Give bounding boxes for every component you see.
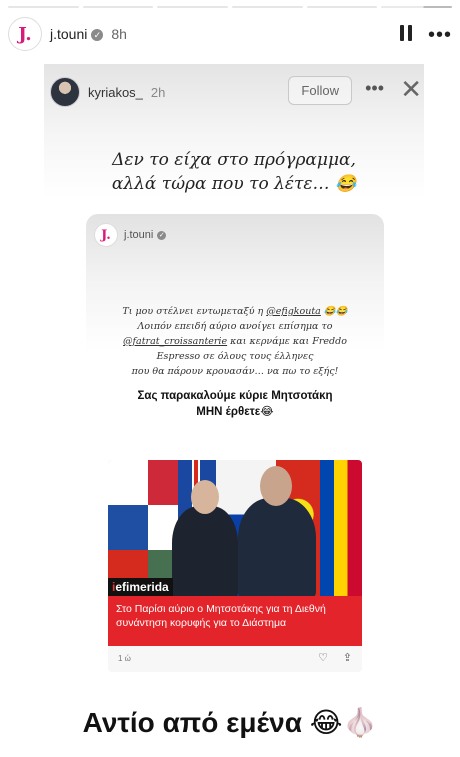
verified-icon: ✓: [91, 29, 104, 42]
progress-segment: [232, 6, 303, 8]
repost-text-line: Espresso σε όλους τους έλληνες: [156, 351, 314, 362]
username-text: j.touni: [50, 26, 88, 42]
repost-text-line: και κερνάμε και Freddo: [227, 336, 347, 347]
news-logo: iefimerida: [108, 578, 173, 596]
heart-icon[interactable]: ♡: [318, 651, 328, 664]
repost-plea: Σας παρακαλούμε κύριε Μητσοτάκη ΜΗΝ έρθε…: [96, 388, 374, 420]
story-caption: Δεν το είχα στο πρόγραμμα, αλλά τώρα που…: [44, 148, 424, 196]
story-progress: [8, 6, 453, 8]
avatar-letter: J.: [18, 23, 32, 45]
laugh-emoji-icon: 😂: [334, 174, 357, 194]
logo-text: efimerida: [115, 580, 169, 594]
laugh-emoji-icon: 😂: [335, 306, 348, 317]
plea-line: Σας παρακαλούμε κύριε Μητσοτάκη: [137, 390, 333, 402]
repost-username: j.touni ✓: [124, 229, 167, 241]
close-icon[interactable]: ✕: [400, 74, 422, 105]
progress-segment: [306, 6, 378, 8]
story-time: 8h: [111, 26, 127, 42]
news-footer: 1 ώ ♡ ⇪: [108, 646, 362, 672]
flag: [320, 460, 362, 596]
repost-text-line: που θα πάρουν κρουασάν… να πω το εξής!: [131, 366, 339, 377]
story-username[interactable]: j.touni ✓: [50, 26, 104, 42]
person: [172, 506, 238, 596]
caption-line: αλλά τώρα που το λέτε…: [111, 174, 330, 194]
progress-segment: [82, 6, 154, 8]
pause-icon[interactable]: [400, 25, 414, 41]
username-text: j.touni: [124, 229, 154, 241]
news-age: 1 ώ: [118, 654, 131, 663]
avatar: J.: [94, 223, 118, 247]
username-text: kyriakos_: [88, 84, 143, 100]
person-head: [191, 480, 219, 514]
laugh-emoji-icon: 😂: [309, 707, 343, 738]
reposted-story[interactable]: J. j.touni ✓ Τι μου στέλνει εντωμεταξύ η …: [86, 214, 384, 674]
repost-text-line: Τι μου στέλνει εντωμεταξύ η: [122, 306, 267, 317]
repost-header: J. j.touni ✓: [94, 222, 167, 248]
follow-button[interactable]: Follow: [288, 76, 352, 105]
bottom-caption-text: Αντίο από εμένα: [82, 707, 302, 738]
avatar[interactable]: [50, 77, 80, 107]
story-header: J. j.touni ✓ 8h •••: [0, 14, 460, 54]
repost-text: Τι μου στέλνει εντωμεταξύ η @efigkouta 😂…: [100, 304, 370, 379]
verified-icon: ✓: [157, 230, 167, 240]
news-link-card[interactable]: iefimerida Στο Παρίσι αύριο ο Μητσοτάκης…: [108, 460, 362, 672]
laugh-emoji-icon: 😂: [323, 306, 336, 317]
shared-story-header: kyriakos_ 2h Follow ••• ✕: [50, 74, 424, 110]
news-title[interactable]: Στο Παρίσι αύριο ο Μητσοτάκης για τη Διε…: [108, 596, 362, 646]
progress-segment: [8, 6, 79, 8]
more-icon[interactable]: •••: [428, 24, 452, 47]
plea-line: ΜΗΝ έρθετε: [196, 406, 261, 418]
progress-segment-current: [381, 6, 453, 8]
laugh-emoji-icon: 😂: [260, 406, 274, 418]
share-icon[interactable]: ⇪: [343, 651, 352, 664]
person-head: [260, 466, 292, 506]
shared-story-time: 2h: [150, 84, 166, 100]
bottom-caption: Αντίο από εμένα 😂🧄: [0, 706, 460, 739]
shared-story-username[interactable]: kyriakos_: [88, 85, 143, 100]
progress-segment: [157, 6, 229, 8]
avatar-letter: J.: [101, 227, 111, 243]
garlic-emoji-icon: 🧄: [342, 707, 378, 738]
repost-text-line: Λοιπόν επειδή αύριο ανοίγει επίσημα το: [137, 321, 333, 332]
flag: [108, 460, 148, 596]
person: [238, 498, 316, 596]
mention-link[interactable]: @efigkouta: [266, 306, 321, 317]
more-icon[interactable]: •••: [365, 78, 384, 99]
avatar[interactable]: J.: [8, 17, 42, 51]
caption-line: Δεν το είχα στο πρόγραμμα,: [112, 150, 356, 170]
news-photo: iefimerida: [108, 460, 362, 596]
shared-story[interactable]: kyriakos_ 2h Follow ••• ✕ Δεν το είχα στ…: [44, 64, 424, 674]
mention-link[interactable]: @fatrat_croissanterie: [123, 336, 227, 347]
